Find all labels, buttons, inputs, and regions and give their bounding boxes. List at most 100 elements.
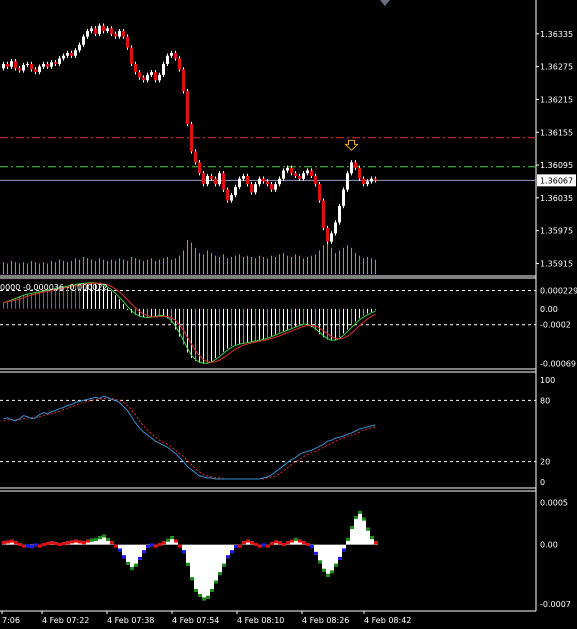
osc-bar-cap: [170, 536, 174, 540]
volume-bar: [51, 260, 52, 274]
candle-body: [14, 61, 17, 69]
macd-histogram-bar: [255, 308, 256, 341]
macd-histogram-bar: [303, 308, 304, 324]
volume-bar: [15, 262, 16, 274]
pane-frames: [0, 0, 537, 612]
macd-tick-label: 0.00: [540, 305, 558, 314]
price-tick-label: 1.36095: [540, 161, 573, 170]
candle-body: [278, 178, 281, 185]
macd-histogram-bar: [351, 308, 352, 326]
osc-bar-cap: [166, 538, 170, 542]
osc-bar: [362, 517, 366, 545]
candle-body: [226, 189, 229, 201]
osc-bar-cap: [158, 542, 162, 546]
osc-bar-cap: [278, 541, 282, 545]
candle-body: [370, 178, 373, 182]
candle-body: [130, 47, 133, 64]
stoch-tick-label: 80: [540, 396, 550, 405]
macd-histogram-bar: [295, 308, 296, 327]
volume-bar: [163, 258, 164, 274]
volume-bar: [115, 260, 116, 274]
candle-body: [30, 63, 33, 70]
candle-body: [90, 28, 93, 32]
osc-bar-cap: [346, 537, 350, 541]
candle-body: [114, 33, 117, 37]
osc-bar: [214, 544, 218, 584]
osc-bar-cap: [114, 544, 118, 548]
candle-body: [74, 50, 77, 56]
volume-bar: [151, 258, 152, 274]
volume-bar: [243, 257, 244, 274]
macd-histogram-bar: [187, 308, 188, 353]
osc-bar-cap: [126, 561, 130, 565]
osc-bar: [194, 544, 198, 592]
candle-body: [186, 91, 189, 125]
candle-body: [198, 162, 201, 174]
macd-histogram-bar: [287, 308, 288, 330]
volume-bar: [131, 257, 132, 274]
osc-bar-cap: [242, 541, 246, 545]
volume-bar: [7, 263, 8, 274]
macd-histogram-bar: [371, 308, 372, 312]
macd-pane: 0000 -0.000036 -0.000022 0.000229 0.00 -0.0…: [0, 282, 577, 369]
scroll-arrow-icon[interactable]: [380, 0, 390, 6]
candle-body: [158, 74, 161, 81]
macd-histogram-bar: [195, 308, 196, 362]
osc-bar-cap: [330, 570, 334, 574]
stoch-main-line: [3, 395, 376, 480]
macd-histogram-bar: [363, 308, 364, 316]
volume-bar: [99, 258, 100, 274]
osc-bar-cap: [138, 556, 142, 560]
candle-body: [338, 206, 341, 223]
volume-bar: [167, 257, 168, 274]
osc-tick-label: -0.0007: [540, 600, 571, 609]
candle-body: [314, 175, 317, 185]
volume-bar: [343, 247, 344, 274]
macd-header-values: 0000 -0.000036 -0.000022: [0, 283, 108, 292]
osc-bar-cap: [350, 526, 354, 530]
candle-body: [38, 66, 41, 73]
macd-tick-label: 0.000229: [540, 287, 577, 296]
volume-bar: [363, 258, 364, 274]
volume-bar: [247, 255, 248, 274]
candle-body: [374, 178, 377, 181]
macd-histogram-bar: [151, 308, 152, 317]
osc-bar-cap: [354, 515, 358, 519]
stoch-tick-label: 20: [540, 458, 550, 467]
macd-histogram-bar: [327, 308, 328, 340]
osc-bar-cap: [310, 545, 314, 549]
candle-body: [330, 233, 333, 242]
osc-bar: [206, 544, 210, 599]
candle-body: [166, 55, 169, 64]
macd-histogram-bar: [271, 308, 272, 336]
stochastic-pane: 100 80 20 0: [0, 376, 555, 487]
osc-bar-cap: [358, 510, 362, 514]
osc-bar: [326, 544, 330, 577]
osc-bar-cap: [118, 548, 122, 552]
osc-bar: [322, 544, 326, 572]
osc-bar-cap: [2, 541, 6, 545]
macd-histogram-bar: [23, 294, 24, 309]
volume-bar: [319, 250, 320, 274]
osc-bar: [334, 544, 338, 567]
candle-body: [194, 151, 197, 163]
osc-bar-cap: [46, 542, 50, 546]
osc-bar-cap: [226, 555, 230, 559]
candle-body: [58, 58, 61, 64]
osc-bar-cap: [150, 543, 154, 547]
candle-body: [34, 69, 37, 73]
osc-bar-cap: [290, 539, 294, 543]
osc-bar-cap: [190, 577, 194, 581]
osc-bar-cap: [78, 540, 82, 544]
candle-body: [150, 72, 153, 75]
macd-histogram-bar: [223, 308, 224, 352]
candle-body: [146, 74, 149, 81]
osc-bar-cap: [58, 542, 62, 546]
candle-body: [102, 25, 105, 32]
price-tick-label: 1.36215: [540, 95, 573, 104]
time-tick-label: 4 Feb 07:38: [107, 616, 154, 625]
candle-body: [26, 63, 29, 66]
candle-body: [6, 63, 9, 67]
candle-body: [318, 184, 321, 201]
macd-histogram-bar: [323, 308, 324, 338]
